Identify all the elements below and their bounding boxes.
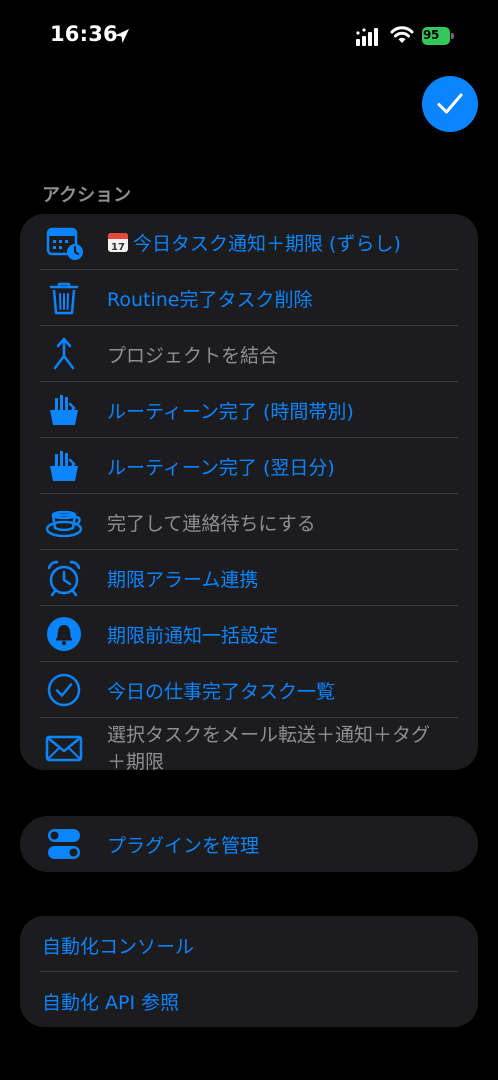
automation-console-link[interactable]: 自動化コンソール <box>42 932 194 959</box>
automation-api-reference-link[interactable]: 自動化 API 参照 <box>42 988 179 1015</box>
action-label: ルーティーン完了 (時間帯別) <box>107 401 354 423</box>
actions-list: 17 今日タスク通知＋期限 (ずらし) Routine完了タスク削除 プロジェク <box>20 214 478 770</box>
plugins-row-content: プラグインを管理 <box>20 816 478 872</box>
envelope-icon <box>44 728 84 768</box>
action-row-complete-wait[interactable]: 完了して連絡待ちにする <box>20 494 478 550</box>
bell-icon <box>44 614 84 654</box>
calendar-emoji-icon: 17 <box>107 231 129 253</box>
checkmark-icon <box>437 93 463 114</box>
checkmark-circle-icon <box>44 670 84 710</box>
manage-plugins-row[interactable]: プラグインを管理 <box>20 816 478 872</box>
action-label: 完了して連絡待ちにする <box>107 513 316 535</box>
action-label: 期限アラーム連携 <box>107 569 259 591</box>
action-label: プロジェクトを結合 <box>107 345 279 367</box>
location-arrow-icon <box>115 29 129 43</box>
plugins-label: プラグインを管理 <box>107 835 260 857</box>
action-row-routine-by-time[interactable]: ルーティーン完了 (時間帯別) <box>20 382 478 438</box>
hand-check-icon <box>44 390 84 430</box>
action-label: 今日タスク通知＋期限 (ずらし) <box>133 233 401 255</box>
action-row-alarm-link[interactable]: 期限アラーム連携 <box>20 550 478 606</box>
calendar-clock-icon <box>44 222 84 262</box>
action-row-merge-project[interactable]: プロジェクトを結合 <box>20 326 478 382</box>
status-time: 16:36 <box>50 22 118 46</box>
cup-icon <box>44 502 84 542</box>
action-label: ルーティーン完了 (翌日分) <box>107 457 335 479</box>
battery-body: 95 <box>422 27 450 45</box>
merge-arrow-icon <box>44 334 84 374</box>
battery-cap <box>451 33 454 39</box>
battery-indicator: 95 <box>422 27 454 45</box>
action-label: 今日の仕事完了タスク一覧 <box>107 681 336 703</box>
toggles-icon <box>44 824 84 864</box>
status-bar: 16:36 95 <box>0 0 498 74</box>
action-row-today-done-list[interactable]: 今日の仕事完了タスク一覧 <box>20 662 478 718</box>
cellular-signal-icon <box>356 28 378 46</box>
automation-section: 自動化コンソール 自動化 API 参照 <box>20 916 478 1027</box>
action-row-today-notify[interactable]: 17 今日タスク通知＋期限 (ずらし) <box>20 214 478 270</box>
hand-check-icon <box>44 446 84 486</box>
svg-text:17: 17 <box>111 242 125 253</box>
action-label-line2: ＋期限 <box>107 751 165 770</box>
section-header-actions: アクション <box>42 185 132 206</box>
wifi-icon <box>390 26 414 43</box>
action-label-line1: 選択タスクをメール転送＋通知＋タグ <box>107 724 431 746</box>
action-row-mail-forward[interactable]: 選択タスクをメール転送＋通知＋タグ ＋期限 <box>20 718 478 770</box>
done-button[interactable] <box>422 76 478 132</box>
alarm-clock-icon <box>44 558 84 598</box>
action-row-bulk-notify[interactable]: 期限前通知一括設定 <box>20 606 478 662</box>
trash-icon <box>44 278 84 318</box>
battery-level: 95 <box>423 28 440 42</box>
action-label: Routine完了タスク削除 <box>107 289 313 311</box>
action-row-routine-next-day[interactable]: ルーティーン完了 (翌日分) <box>20 438 478 494</box>
divider <box>40 971 458 972</box>
action-label: 期限前通知一括設定 <box>107 625 279 647</box>
action-row-delete-routine[interactable]: Routine完了タスク削除 <box>20 270 478 326</box>
